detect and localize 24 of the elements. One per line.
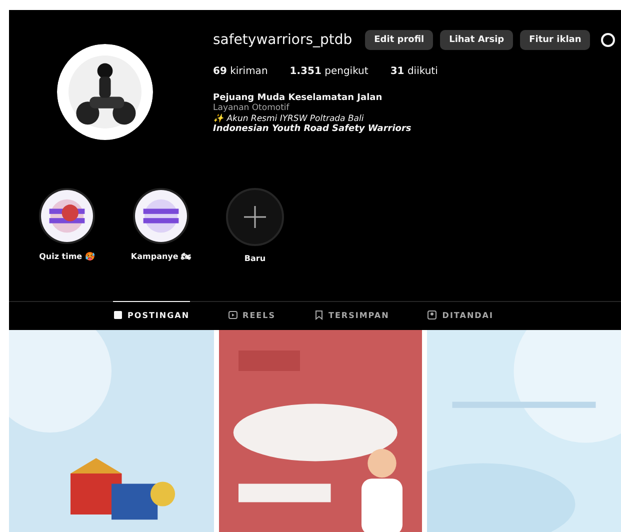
- highlight-label: Baru: [244, 254, 266, 263]
- profile-tab[interactable]: POSTINGAN: [112, 301, 190, 326]
- profile-button[interactable]: Edit profil: [365, 30, 434, 50]
- profile-button[interactable]: Lihat Arsip: [440, 30, 514, 50]
- stat-text[interactable]: 69 kiriman: [213, 66, 268, 77]
- username: safetywarriors_ptdb: [213, 32, 352, 48]
- profile-tab[interactable]: REELS: [228, 301, 276, 326]
- bio-tagline: Indonesian Youth Road Safety Warriors: [213, 124, 412, 134]
- highlight-label: Kampanye 🏍: [130, 252, 192, 261]
- stat-text[interactable]: 31 diikuti: [390, 66, 438, 77]
- category-text: Layanan Otomotif: [213, 103, 290, 113]
- video-icon: [228, 310, 238, 320]
- grid-icon: [112, 310, 123, 320]
- profile-button[interactable]: Fitur iklan: [520, 30, 590, 50]
- highlight-label: Quiz time 🥵: [39, 252, 95, 261]
- profile-tab[interactable]: TERSIMPAN: [314, 301, 390, 326]
- profile-tab[interactable]: DITANDAI: [427, 301, 494, 326]
- plus-icon: [243, 205, 267, 229]
- stat-text[interactable]: 1.351 pengikut: [290, 66, 368, 77]
- settings-icon[interactable]: [600, 32, 616, 48]
- bio-text: ✨ Akun Resmi IYRSW Poltrada Bali: [213, 113, 365, 124]
- profile-name: Pejuang Muda Keselamatan Jalan: [213, 93, 384, 103]
- bookmark-icon: [314, 310, 324, 320]
- person-tag-icon: [427, 310, 438, 320]
